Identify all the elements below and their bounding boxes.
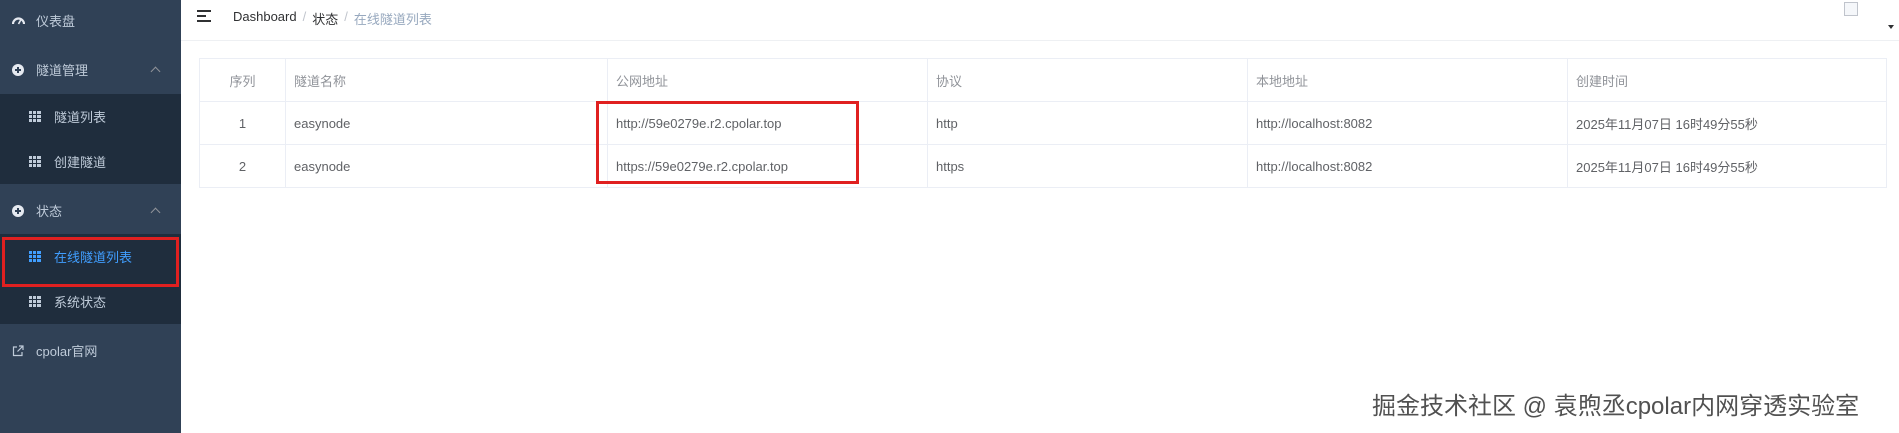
breadcrumb-home[interactable]: Dashboard [233, 9, 297, 28]
cell-local-address: http://localhost:8082 [1247, 101, 1568, 145]
chevron-up-icon [150, 207, 161, 218]
online-tunnels-table: 序列 隧道名称 公网地址 协议 本地地址 创建时间 1 easynode htt… [199, 58, 1887, 188]
annotation-highlight-box [596, 101, 859, 184]
sidebar-item-status[interactable]: 状态 [0, 188, 181, 233]
column-header: 创建时间 [1567, 58, 1887, 102]
sidebar-item-label: 系统状态 [54, 295, 107, 310]
table-icon [28, 155, 42, 169]
column-header: 本地地址 [1247, 58, 1568, 102]
plus-circle-icon [11, 204, 25, 218]
cell-protocol: https [927, 144, 1248, 188]
breadcrumb-parent: 状态 [312, 12, 339, 27]
column-header: 隧道名称 [285, 58, 608, 102]
annotation-highlight-box [2, 237, 179, 287]
cell-created-time: 2025年11月07日 16时49分55秒 [1567, 101, 1887, 145]
column-header: 公网地址 [607, 58, 928, 102]
cell-tunnel-name: easynode [285, 144, 608, 188]
breadcrumb-current: 在线隧道列表 [353, 12, 432, 27]
breadcrumb-separator: / [344, 9, 348, 24]
cell-created-time: 2025年11月07日 16时49分55秒 [1567, 144, 1887, 188]
sidebar-item-label: 隧道列表 [54, 110, 107, 125]
cell-index: 2 [199, 144, 286, 188]
sidebar: 仪表盘 隧道管理 隧道列表 创建隧道 状态 在线隧道列表 系统状态 cpolar… [0, 0, 181, 433]
sidebar-item-create-tunnel[interactable]: 创建隧道 [0, 139, 181, 184]
cell-local-address: http://localhost:8082 [1247, 144, 1568, 188]
cell-index: 1 [199, 101, 286, 145]
hamburger-icon[interactable] [197, 10, 211, 22]
column-header: 协议 [927, 58, 1248, 102]
breadcrumb-separator: / [302, 9, 307, 24]
table-row: 1 easynode http://59e0279e.r2.cpolar.top… [199, 101, 1887, 145]
sidebar-item-tunnel-list[interactable]: 隧道列表 [0, 94, 181, 139]
sidebar-item-tunnel-management[interactable]: 隧道管理 [0, 47, 181, 92]
sidebar-item-label: 仪表盘 [36, 14, 76, 29]
sidebar-item-label: 隧道管理 [36, 63, 89, 78]
plus-circle-icon [11, 63, 25, 77]
dashboard-icon [11, 14, 25, 28]
avatar[interactable] [1844, 2, 1858, 16]
table-icon [28, 295, 42, 309]
top-navbar: Dashboard / 状态 / 在线隧道列表 [181, 0, 1899, 41]
watermark: 掘金技术社区 @ 袁煦丞cpolar内网穿透实验室 [1372, 393, 1860, 420]
cell-protocol: http [927, 101, 1248, 145]
chevron-up-icon [150, 66, 161, 77]
sidebar-item-dashboard[interactable]: 仪表盘 [0, 0, 181, 41]
table-row: 2 easynode https://59e0279e.r2.cpolar.to… [199, 144, 1887, 188]
sidebar-item-label: 状态 [36, 204, 63, 219]
table-header-row: 序列 隧道名称 公网地址 协议 本地地址 创建时间 [199, 58, 1887, 102]
breadcrumb: Dashboard / 状态 / 在线隧道列表 [233, 9, 432, 28]
column-header: 序列 [199, 58, 286, 102]
sidebar-item-label: cpolar官网 [36, 344, 98, 359]
external-link-icon [11, 344, 25, 358]
cell-tunnel-name: easynode [285, 101, 608, 145]
caret-down-icon[interactable] [1888, 25, 1894, 29]
table-icon [28, 110, 42, 124]
sidebar-item-cpolar-website[interactable]: cpolar官网 [0, 328, 181, 373]
sidebar-item-label: 创建隧道 [54, 155, 107, 170]
